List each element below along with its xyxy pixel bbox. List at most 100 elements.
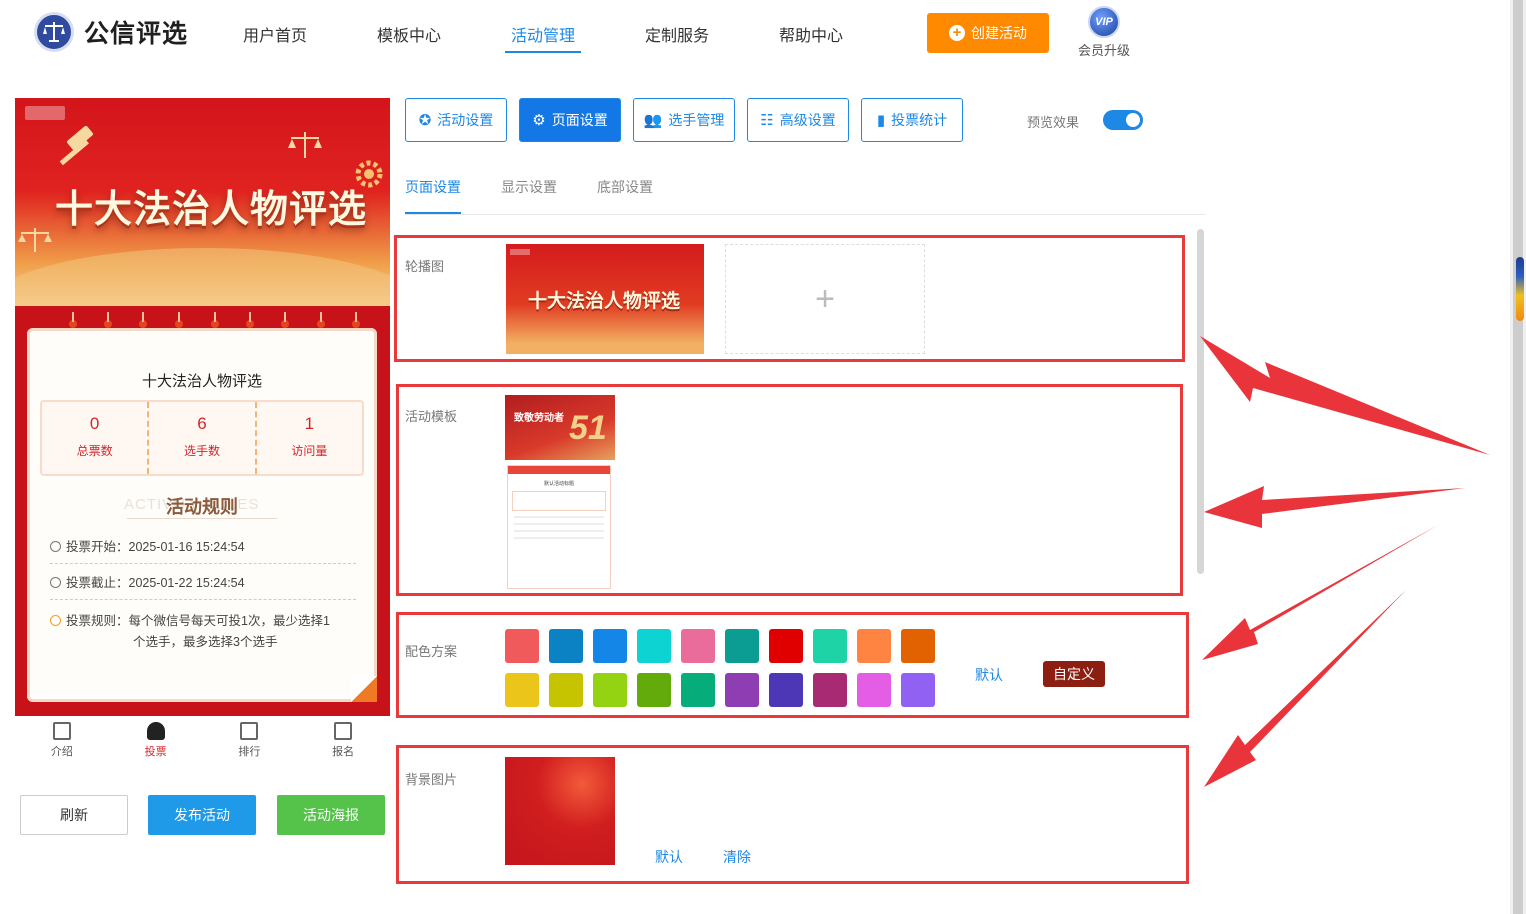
color-swatch[interactable]	[549, 629, 583, 663]
page-settings-button[interactable]: ⚙ 页面设置	[519, 98, 621, 142]
scales-icon	[288, 132, 322, 158]
tab-intro[interactable]: 介绍	[15, 716, 109, 766]
users-icon: 👥	[643, 111, 663, 129]
bar-chart-icon: ▮	[876, 111, 886, 129]
clock-icon	[50, 577, 61, 588]
background-image-thumbnail[interactable]	[505, 757, 615, 865]
nav-template-center[interactable]: 模板中心	[377, 22, 441, 46]
nav-active-indicator	[505, 51, 581, 53]
color-swatch[interactable]	[813, 629, 847, 663]
gavel-icon	[59, 126, 93, 166]
subtab-divider	[405, 214, 1205, 215]
tab-signup[interactable]: 报名	[296, 716, 390, 766]
color-swatch[interactable]	[593, 629, 627, 663]
color-default-link[interactable]: 默认	[975, 665, 1003, 685]
blurred-logo	[25, 106, 65, 120]
star-icon: ✪	[418, 111, 432, 129]
color-swatch[interactable]	[505, 629, 539, 663]
rule-end-time: 投票截止：2025-01-22 15:24:54	[50, 573, 356, 594]
activity-title: 十大法治人物评选	[141, 373, 262, 390]
gear-icon: ⚙	[532, 111, 546, 129]
vip-upgrade[interactable]: VIP 会员升级	[1074, 6, 1134, 59]
template-label: 活动模板	[405, 409, 458, 424]
color-swatch[interactable]	[857, 673, 891, 707]
color-swatch[interactable]	[593, 673, 627, 707]
advanced-settings-button[interactable]: ☷ 高级设置	[747, 98, 849, 142]
color-swatch[interactable]	[505, 673, 539, 707]
mobile-preview: 十大法治人物评选 十大法治人物评选 0 总票数 6 选手数 1 访问量 ACTI…	[15, 98, 390, 716]
color-swatch[interactable]	[725, 629, 759, 663]
preview-effect-toggle[interactable]	[1103, 110, 1143, 130]
color-swatch[interactable]	[637, 629, 671, 663]
rule-separator	[50, 599, 356, 600]
color-swatch[interactable]	[769, 673, 803, 707]
color-swatch[interactable]	[901, 673, 935, 707]
scrollbar-widget-icon	[1516, 257, 1524, 321]
clock-icon	[50, 541, 61, 552]
color-swatch[interactable]	[813, 673, 847, 707]
page-scrollbar-thumb[interactable]	[1513, 0, 1523, 914]
banner-wave-decoration	[15, 248, 390, 306]
contestant-management-button[interactable]: 👥 选手管理	[633, 98, 735, 142]
document-icon	[52, 722, 71, 740]
create-activity-label: 创建活动	[971, 25, 1027, 41]
carousel-upload-add[interactable]: +	[725, 244, 925, 354]
stat-total-votes: 0 总票数	[42, 402, 150, 474]
color-swatch[interactable]	[901, 629, 935, 663]
user-icon	[146, 722, 165, 740]
color-swatch[interactable]	[637, 673, 671, 707]
logo[interactable]: 公信评选	[34, 12, 188, 52]
color-swatch[interactable]	[857, 629, 891, 663]
annotation-arrow-colors	[1202, 525, 1438, 660]
color-swatch[interactable]	[549, 673, 583, 707]
stat-visits: 1 访问量	[291, 414, 328, 458]
nav-custom-service[interactable]: 定制服务	[645, 22, 709, 46]
publish-activity-button[interactable]: 发布活动	[148, 795, 256, 835]
activity-settings-button[interactable]: ✪ 活动设置	[405, 98, 507, 142]
ranking-icon	[240, 722, 259, 740]
stats-panel: 0 总票数 6 选手数 1 访问量	[40, 400, 364, 476]
rule-separator	[50, 563, 356, 564]
logo-text: 公信评选	[84, 20, 189, 48]
stat-contestants: 6 选手数	[149, 402, 257, 474]
subtab-display-settings[interactable]: 显示设置	[501, 177, 557, 197]
nav-activity-management[interactable]: 活动管理	[511, 22, 575, 46]
template-thumbnail-labor-day[interactable]: 致敬劳动者 51	[505, 395, 615, 460]
background-clear-link[interactable]: 清除	[723, 847, 751, 867]
rules-divider	[127, 518, 277, 519]
carousel-label: 轮播图	[405, 259, 445, 274]
color-swatch[interactable]	[725, 673, 759, 707]
plus-circle-icon: +	[949, 25, 965, 41]
annotation-arrow-carousel	[1200, 336, 1490, 455]
rule-voting: 投票规则：每个微信号每天可投1次，最少选择1	[50, 611, 356, 632]
subtab-footer-settings[interactable]: 底部设置	[597, 177, 653, 197]
page-fold-decoration	[351, 676, 377, 702]
rule-voting-cont: 个选手，最多选择3个选手	[133, 635, 278, 649]
background-image-label: 背景图片	[405, 772, 458, 787]
carousel-image[interactable]: 十大法治人物评选	[506, 244, 704, 354]
nav-user-home[interactable]: 用户首页	[243, 22, 307, 46]
vip-upgrade-label: 会员升级	[1077, 43, 1130, 58]
background-default-link[interactable]: 默认	[655, 847, 683, 867]
activity-card: 十大法治人物评选 0 总票数 6 选手数 1 访问量 ACTIVITY RULE…	[27, 312, 377, 702]
color-swatch[interactable]	[769, 629, 803, 663]
color-custom-button[interactable]: 自定义	[1043, 661, 1105, 687]
color-swatch[interactable]	[681, 629, 715, 663]
tab-vote[interactable]: 投票	[109, 716, 203, 766]
plus-icon: +	[815, 279, 835, 318]
create-activity-button[interactable]: + 创建活动	[927, 13, 1049, 53]
annotation-arrow-template	[1204, 486, 1465, 528]
rule-start-time: 投票开始：2025-01-16 15:24:54	[50, 537, 356, 558]
preview-effect-label: 预览效果	[1027, 115, 1080, 130]
vote-statistics-button[interactable]: ▮ 投票统计	[861, 98, 963, 142]
nav-help-center[interactable]: 帮助中心	[779, 22, 843, 46]
subtab-page-settings[interactable]: 页面设置	[405, 177, 461, 197]
color-swatch[interactable]	[681, 673, 715, 707]
scales-small-icon	[18, 228, 52, 252]
settings-scrollbar[interactable]	[1197, 229, 1204, 574]
template-thumbnail-default[interactable]: 默认活动标题	[507, 465, 611, 589]
tab-ranking[interactable]: 排行	[203, 716, 297, 766]
refresh-button[interactable]: 刷新	[20, 795, 128, 835]
signup-icon	[334, 722, 353, 740]
activity-poster-button[interactable]: 活动海报	[277, 795, 385, 835]
